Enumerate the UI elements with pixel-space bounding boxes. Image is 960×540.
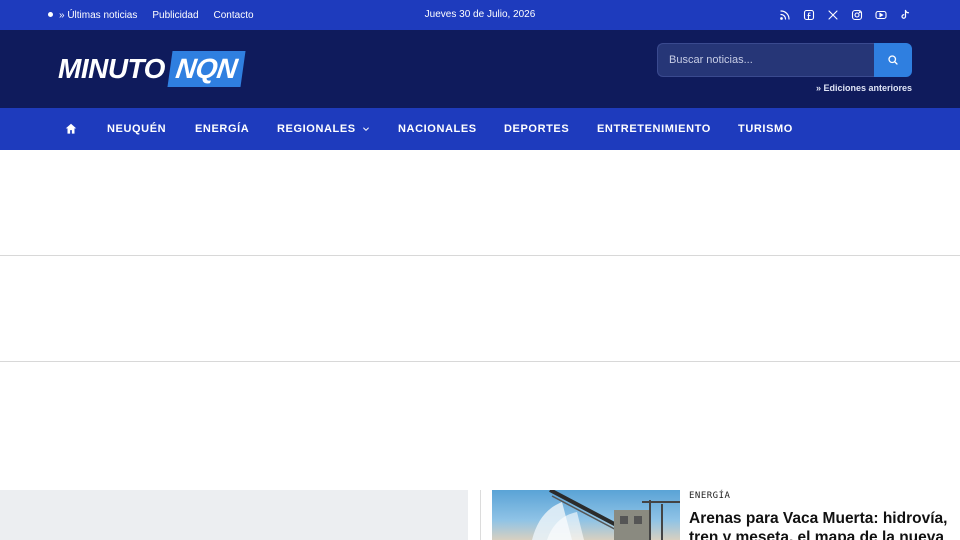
search-button[interactable] xyxy=(874,43,912,77)
search-icon xyxy=(888,55,898,65)
ad-slot-divider xyxy=(0,255,960,256)
article-headline[interactable]: Arenas para Vaca Muerta: hidrovía, tren … xyxy=(689,509,949,540)
social-links xyxy=(778,0,912,30)
x-icon[interactable] xyxy=(826,8,840,22)
chevron-down-icon xyxy=(362,127,369,132)
top-bar: » Últimas noticias Publicidad Contacto J… xyxy=(0,0,960,30)
nav-item-regionales-label: REGIONALES xyxy=(277,123,356,135)
logo-text-minuto: MINUTO xyxy=(58,53,165,84)
home-icon[interactable] xyxy=(64,122,78,136)
nav-item-nacionales[interactable]: NACIONALES xyxy=(398,108,477,150)
nav-item-entretenimiento[interactable]: ENTRETENIMIENTO xyxy=(597,108,711,150)
nav-item-deportes[interactable]: DEPORTES xyxy=(504,108,569,150)
search-form xyxy=(657,43,912,77)
logo-text-nqn: NQN xyxy=(167,51,246,87)
site-header: MINUTO NQN » Ediciones anteriores xyxy=(0,30,960,108)
rss-icon[interactable] xyxy=(778,8,792,22)
previous-editions-link[interactable]: » Ediciones anteriores xyxy=(816,83,912,93)
nav-item-turismo[interactable]: TURISMO xyxy=(738,108,793,150)
nav-item-energia[interactable]: ENERGÍA xyxy=(195,108,249,150)
nav-item-regionales[interactable]: REGIONALES xyxy=(277,108,370,150)
tiktok-icon[interactable] xyxy=(898,8,912,22)
nav-item-neuquen[interactable]: NEUQUÉN xyxy=(107,108,166,150)
ad-slot-divider xyxy=(0,361,960,362)
search-input[interactable] xyxy=(657,43,875,77)
youtube-icon[interactable] xyxy=(874,8,888,22)
main-nav: NEUQUÉN ENERGÍA REGIONALES NACIONALES DE… xyxy=(0,108,960,150)
column-divider xyxy=(480,490,481,540)
featured-image-placeholder[interactable] xyxy=(0,490,468,540)
instagram-icon[interactable] xyxy=(850,8,864,22)
facebook-icon[interactable] xyxy=(802,8,816,22)
article-category[interactable]: ENERGÍA xyxy=(689,491,730,501)
article-thumbnail[interactable] xyxy=(492,490,680,540)
site-logo[interactable]: MINUTO NQN xyxy=(58,50,246,88)
